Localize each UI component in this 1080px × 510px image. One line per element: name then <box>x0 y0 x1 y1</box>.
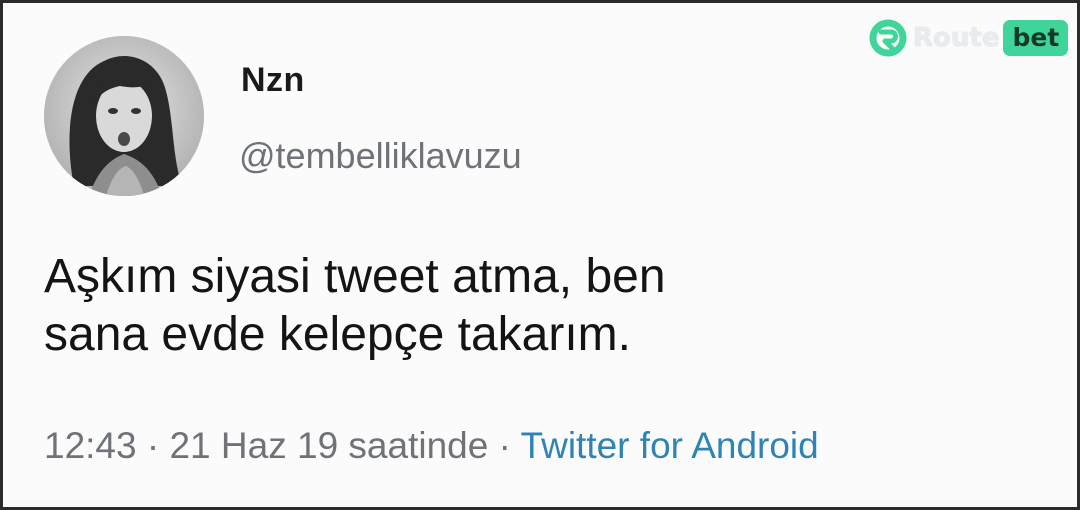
watermark: Route bet <box>869 19 1069 57</box>
meta-separator: · <box>146 425 170 466</box>
avatar-photo <box>44 36 204 196</box>
tweet-text-line: sana evde kelepçe takarım. <box>44 308 631 361</box>
meta-separator: · <box>498 425 521 466</box>
tweet-text: Aşkım siyasi tweet atma, ben sana evde k… <box>44 248 1004 364</box>
user-handle[interactable]: @tembelliklavuzu <box>239 135 522 177</box>
tweet-text-line: Aşkım siyasi tweet atma, ben <box>44 250 666 303</box>
display-name[interactable]: Nzn <box>241 61 305 100</box>
tweet-time[interactable]: 12:43 <box>44 425 137 466</box>
tweet-date[interactable]: 21 Haz 19 saatinde <box>169 425 488 466</box>
avatar[interactable] <box>44 36 204 196</box>
tweet-card: Nzn @tembelliklavuzu Aşkım siyasi tweet … <box>0 0 1080 510</box>
tweet-source-link[interactable]: Twitter for Android <box>521 425 819 466</box>
watermark-text-bet: bet <box>1003 20 1069 56</box>
watermark-text-route: Route <box>913 23 1000 53</box>
routebet-logo-icon <box>869 19 907 57</box>
tweet-meta: 12:43 · 21 Haz 19 saatinde · Twitter for… <box>44 425 819 467</box>
